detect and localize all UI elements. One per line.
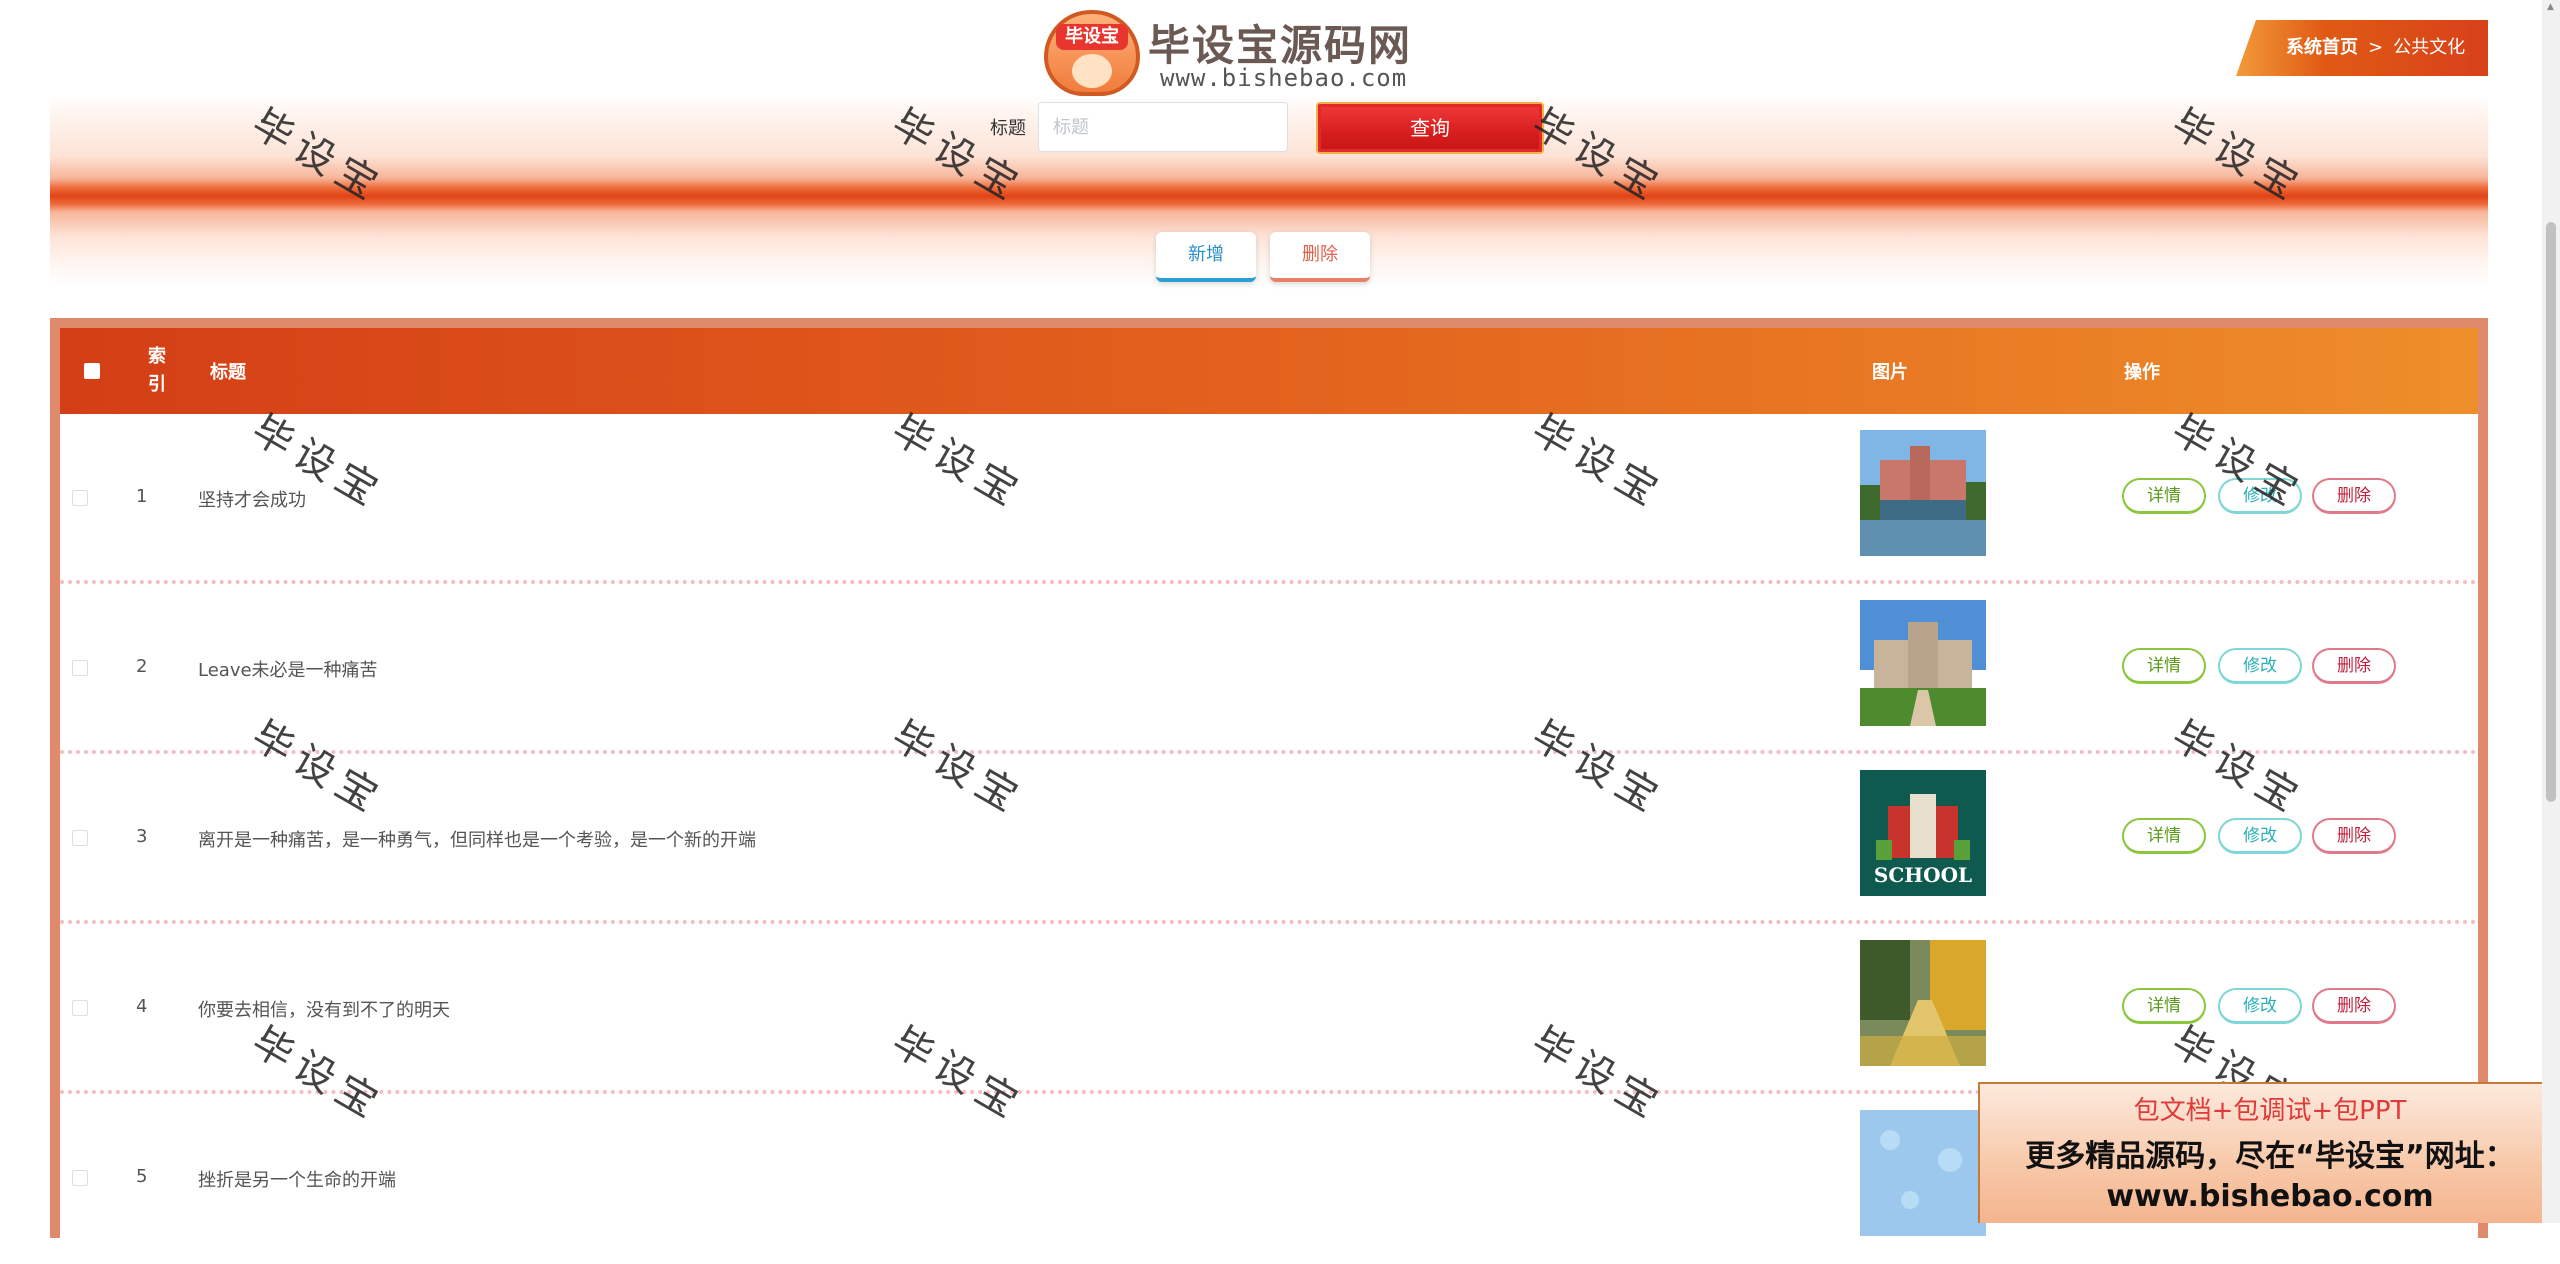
row-index: 2 (136, 656, 148, 677)
detail-button[interactable]: 详情 (2122, 648, 2206, 684)
search-label: 标题 (990, 118, 1026, 139)
row-checkbox[interactable] (72, 1170, 88, 1186)
logo-face-icon (1072, 54, 1112, 88)
row-title: 挫折是另一个生命的开端 (198, 1170, 396, 1191)
row-title: 你要去相信，没有到不了的明天 (198, 1000, 450, 1021)
breadcrumb-separator: > (2368, 37, 2384, 58)
column-header-index: 索引 (148, 346, 166, 395)
add-button[interactable]: 新增 (1156, 232, 1256, 282)
logo-url: www.bishebao.com (1160, 64, 1408, 92)
select-all-checkbox[interactable] (84, 328, 100, 414)
row-title: 离开是一种痛苦，是一种勇气，但同样也是一个考验，是一个新的开端 (198, 830, 756, 851)
row-image[interactable] (1860, 430, 1986, 556)
row-title: 坚持才会成功 (198, 490, 306, 511)
promo-banner[interactable]: 包文档+包调试+包PPT 更多精品源码，尽在“毕设宝”网址： www.bishe… (1978, 1082, 2560, 1223)
promo-line-3: www.bishebao.com (2106, 1179, 2434, 1214)
delete-button[interactable]: 删除 (2312, 478, 2396, 514)
promo-line-2: 更多精品源码，尽在“毕设宝”网址： (2025, 1139, 2515, 1174)
row-title: Leave未必是一种痛苦 (198, 660, 378, 681)
row-checkbox[interactable] (72, 490, 88, 506)
table-row: 2 Leave未必是一种痛苦 详情 修改 删除 (60, 584, 2478, 754)
edit-button[interactable]: 修改 (2218, 648, 2302, 684)
detail-button[interactable]: 详情 (2122, 988, 2206, 1024)
site-logo: 毕设宝 毕设宝源码网 www.bishebao.com (1044, 6, 1424, 96)
row-index: 5 (136, 1166, 148, 1187)
delete-button[interactable]: 删除 (2312, 648, 2396, 684)
column-header-action: 操作 (2124, 362, 2160, 383)
logo-badge-text: 毕设宝 (1056, 24, 1128, 50)
row-image[interactable] (1860, 940, 1986, 1066)
breadcrumb-current: 公共文化 (2393, 37, 2466, 58)
delete-button[interactable]: 删除 (2312, 988, 2396, 1024)
logo-badge-icon: 毕设宝 (1044, 10, 1140, 96)
detail-button[interactable]: 详情 (2122, 478, 2206, 514)
row-checkbox[interactable] (72, 660, 88, 676)
row-checkbox[interactable] (72, 830, 88, 846)
edit-button[interactable]: 修改 (2218, 478, 2302, 514)
batch-delete-button[interactable]: 删除 (1270, 232, 1370, 282)
poster-text: SCHOOL (1874, 863, 1972, 887)
row-image[interactable] (1860, 1110, 1986, 1236)
promo-line-1: 包文档+包调试+包PPT (2133, 1096, 2407, 1126)
table-header: 索引 标题 图片 操作 (60, 328, 2478, 414)
breadcrumb: 系统首页 > 公共文化 (2236, 20, 2488, 76)
column-header-image: 图片 (1872, 362, 1908, 383)
delete-button[interactable]: 删除 (2312, 818, 2396, 854)
row-image[interactable] (1860, 600, 1986, 726)
row-index: 3 (136, 826, 148, 847)
edit-button[interactable]: 修改 (2218, 988, 2302, 1024)
row-index: 1 (136, 486, 148, 507)
row-index: 4 (136, 996, 148, 1017)
edit-button[interactable]: 修改 (2218, 818, 2302, 854)
breadcrumb-home[interactable]: 系统首页 (2286, 37, 2358, 58)
column-header-title: 标题 (210, 362, 246, 383)
scroll-up-icon[interactable]: ▲ (2547, 2, 2554, 12)
table-row: 3 离开是一种痛苦，是一种勇气，但同样也是一个考验，是一个新的开端 SCHOOL… (60, 754, 2478, 924)
query-button[interactable]: 查询 (1316, 102, 1544, 154)
vertical-scrollbar[interactable]: ▲ (2542, 0, 2560, 1223)
row-image[interactable]: SCHOOL (1860, 770, 1986, 896)
row-checkbox[interactable] (72, 1000, 88, 1016)
table-row: 1 坚持才会成功 详情 修改 删除 (60, 414, 2478, 584)
scrollbar-thumb[interactable] (2546, 222, 2556, 802)
detail-button[interactable]: 详情 (2122, 818, 2206, 854)
table-row: 4 你要去相信，没有到不了的明天 详情 修改 删除 (60, 924, 2478, 1094)
search-input[interactable] (1038, 102, 1288, 152)
